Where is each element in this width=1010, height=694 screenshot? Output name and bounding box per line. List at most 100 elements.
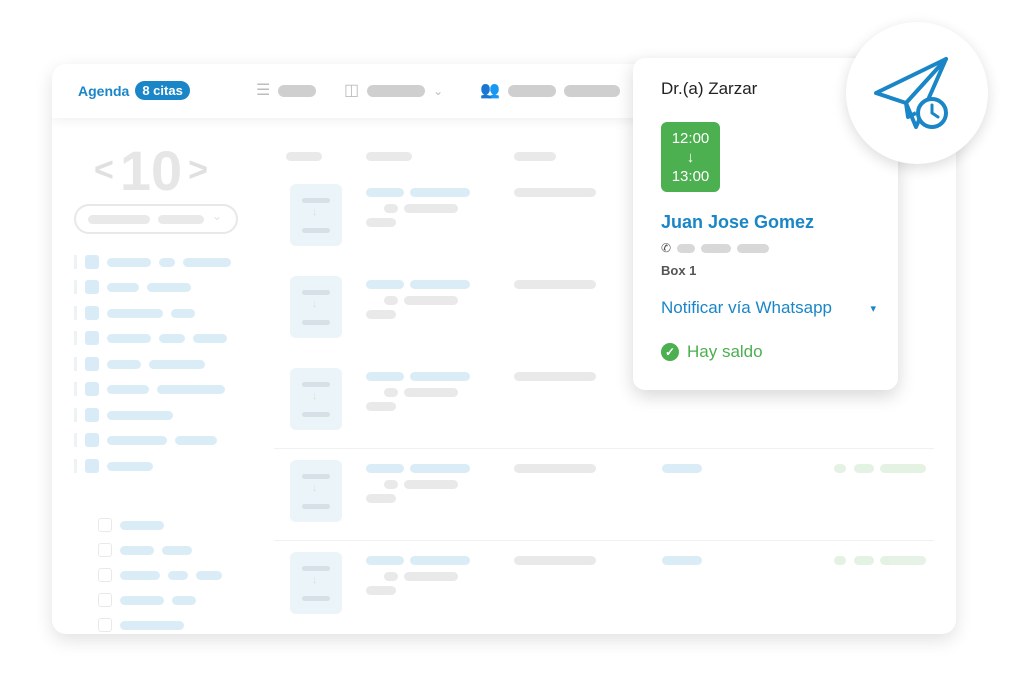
filter-item[interactable] [98,568,222,582]
filter-item[interactable] [74,306,195,320]
placeholder-bar [107,257,151,267]
divider [274,540,934,541]
prev-day-button[interactable]: < [94,151,114,190]
filter-item[interactable] [98,518,164,532]
column-header [286,152,322,161]
placeholder-bar [514,464,596,473]
placeholder-bar [366,218,396,227]
placeholder-bar [302,504,330,509]
checkbox[interactable] [85,280,99,294]
notify-label: Notificar vía Whatsapp [661,298,833,317]
arrow-down-icon: ↓ [312,482,318,494]
placeholder-bar [384,296,398,305]
filter-item[interactable] [98,618,184,632]
time-tile: ↓ [290,552,342,614]
checkbox[interactable] [85,408,99,422]
column-header [514,152,556,161]
month-selector[interactable]: ⌄ [74,204,238,234]
checkbox[interactable] [98,543,112,557]
placeholder-bar [171,308,195,318]
checkbox[interactable] [98,568,112,582]
filter-item[interactable] [74,408,173,422]
color-marker [74,382,77,396]
time-range-badge: 12:00 ↓ 13:00 [661,122,720,192]
filter-item[interactable] [74,357,205,371]
placeholder-bar [88,215,150,224]
color-marker [74,306,77,320]
placeholder-bar [107,384,149,394]
professionals-selector[interactable]: 👥 [480,82,620,100]
filter-item[interactable] [74,255,231,269]
checkbox[interactable] [98,518,112,532]
placeholder-bar [159,333,185,343]
checkbox[interactable] [85,459,99,473]
placeholder-bar [302,198,330,203]
patient-name-link[interactable]: Juan Jose Gomez [661,212,814,233]
filter-item[interactable] [74,459,153,473]
placeholder-bar [107,333,151,343]
checkbox[interactable] [85,382,99,396]
placeholder-bar [404,388,458,397]
placeholder-bar [367,85,426,97]
appointment-row[interactable]: ↓ [274,460,934,552]
checkbox[interactable] [98,593,112,607]
color-marker [74,280,77,294]
placeholder-bar [107,410,173,420]
checkbox[interactable] [85,433,99,447]
placeholder-bar [737,243,770,253]
placeholder-bar [157,384,225,394]
placeholder-bar [366,310,396,319]
placeholder-bar [120,545,154,555]
arrow-down-icon: ↓ [312,298,318,310]
placeholder-bar [677,243,696,253]
next-day-button[interactable]: > [188,151,208,190]
time-tile: ↓ [290,368,342,430]
placeholder-bar [107,461,153,471]
chevron-down-icon: ⌄ [433,84,444,98]
placeholder-bar [410,464,470,473]
placeholder-bar [278,85,317,97]
appointment-row[interactable]: ↓ [274,552,934,634]
filter-item[interactable] [74,382,225,396]
page: Agenda 8 citas ☰ ◫ ⌄ 👥 < 10 > ⌄ ↓ ↓ ↓ ↓ … [0,0,1010,694]
placeholder-bar [514,280,596,289]
filter-item[interactable] [74,433,217,447]
agenda-title: Agenda [78,82,130,99]
agenda-header: Agenda 8 citas [78,81,190,100]
placeholder-bar [168,570,188,580]
filter-item[interactable] [98,593,196,607]
checkbox[interactable] [85,255,99,269]
notify-whatsapp-dropdown[interactable]: Notificar vía Whatsapp ▾ [661,298,876,318]
checkbox[interactable] [85,306,99,320]
placeholder-bar [514,556,596,565]
checkbox[interactable] [85,331,99,345]
columns-selector[interactable]: ◫ ⌄ [344,82,443,100]
placeholder-bar [366,372,404,381]
placeholder-bar [120,620,184,630]
filter-item[interactable] [74,331,227,345]
color-marker [74,408,77,422]
filter-item[interactable] [74,280,191,294]
patient-phone: ✆ [661,241,770,255]
room-label: Box 1 [661,263,697,278]
placeholder-bar [149,359,205,369]
paper-plane-clock-icon [874,57,948,129]
send-reminder-button[interactable] [846,22,988,164]
placeholder-bar [880,464,926,473]
day-number: 10 [119,139,183,202]
list-icon: ☰ [256,82,271,99]
arrow-down-icon: ↓ [312,206,318,218]
filter-item[interactable] [98,543,192,557]
checkbox[interactable] [98,618,112,632]
placeholder-bar [107,359,141,369]
placeholder-bar [107,282,139,292]
placeholder-bar [162,545,192,555]
placeholder-bar [384,480,398,489]
checkbox[interactable] [85,357,99,371]
placeholder-bar [507,85,556,97]
list-view-toggle[interactable]: ☰ [256,82,317,100]
balance-status-label: Hay saldo [687,342,763,361]
placeholder-bar [366,556,404,565]
color-marker [74,255,77,269]
arrow-down-icon: ↓ [312,390,318,402]
